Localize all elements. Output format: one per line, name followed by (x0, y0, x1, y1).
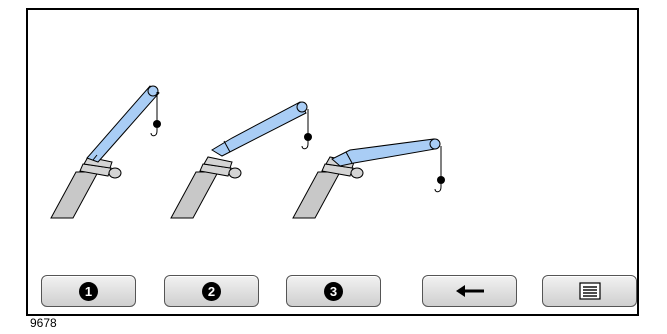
boom-config-2-figure (170, 101, 312, 219)
digit-3-icon: 3 (324, 281, 343, 301)
figure-code: 9678 (30, 316, 57, 330)
arrow-left-icon (455, 285, 484, 297)
softkey-2-button[interactable]: 2 (164, 275, 259, 307)
digit-2-icon: 2 (202, 281, 221, 301)
softkey-1-button[interactable]: 1 (41, 275, 136, 307)
boom-config-3-figure (292, 138, 445, 219)
menu-list-icon (578, 282, 601, 300)
softkey-3-button[interactable]: 3 (286, 275, 381, 307)
digit-1-icon: 1 (79, 281, 98, 301)
boom-config-1-figure (50, 85, 161, 219)
menu-button[interactable] (542, 275, 637, 307)
back-button[interactable] (422, 275, 517, 307)
